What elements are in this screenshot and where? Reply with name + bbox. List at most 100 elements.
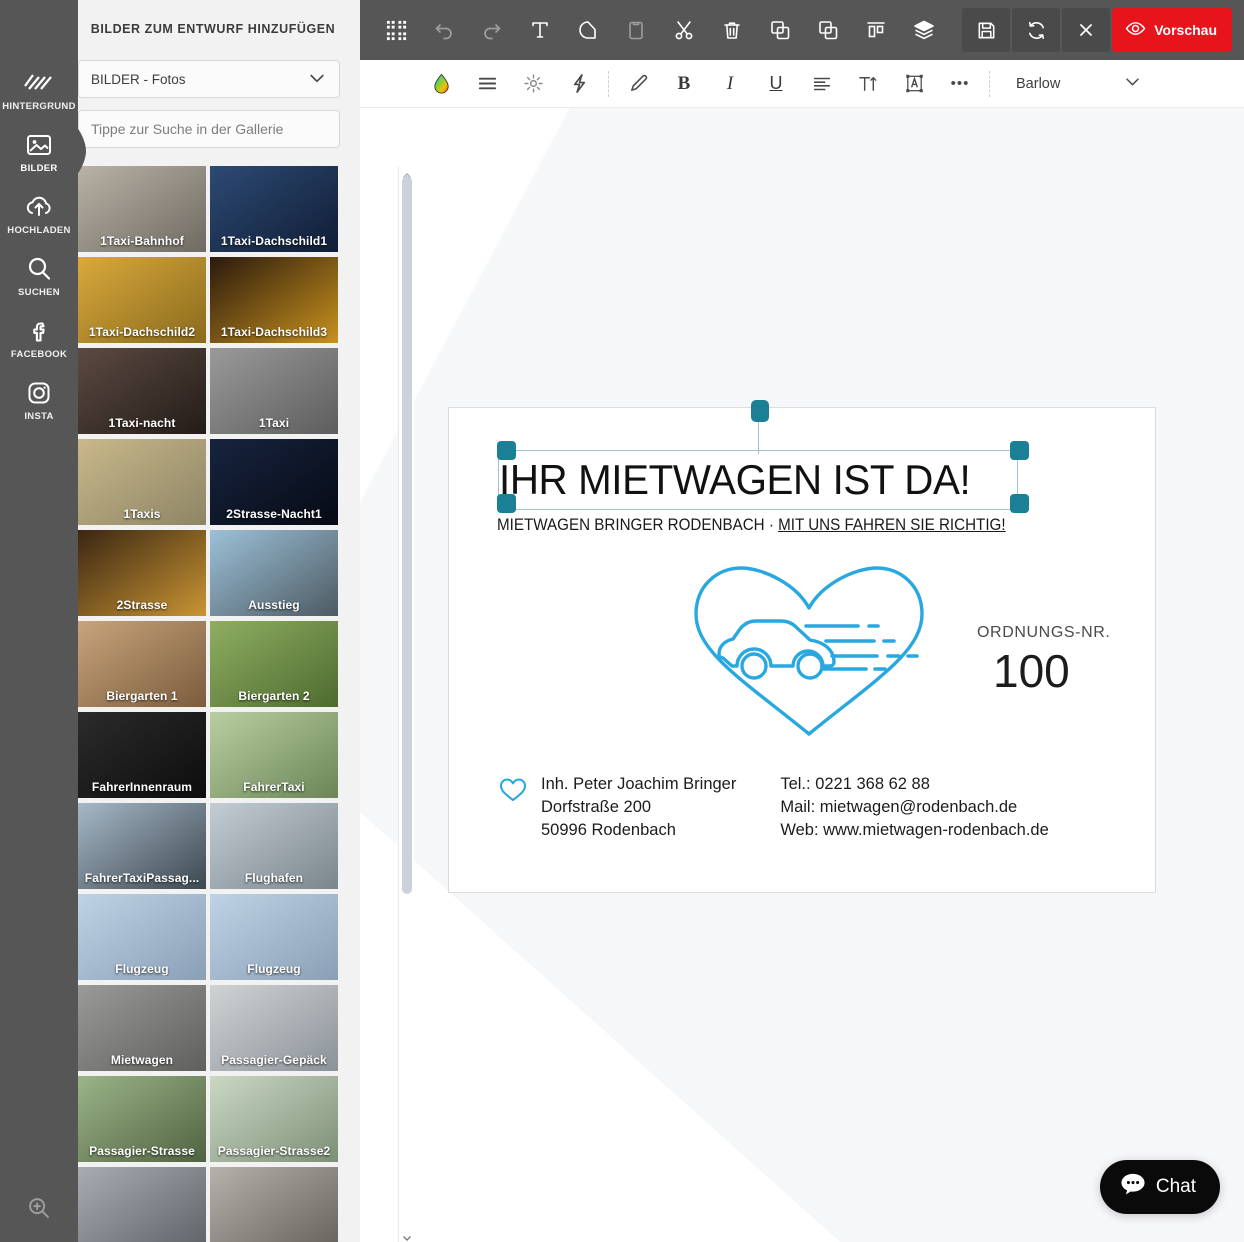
thumbnail-label: FahrerTaxiPassag... bbox=[84, 871, 200, 885]
gallery-thumbnail[interactable]: 2Strasse-Nacht1 bbox=[210, 439, 338, 525]
gallery-thumbnail[interactable] bbox=[78, 1167, 206, 1242]
redo-button[interactable] bbox=[468, 8, 516, 52]
gallery-thumbnail[interactable]: 2Strasse bbox=[78, 530, 206, 616]
gallery-thumbnail[interactable]: Flugzeug bbox=[210, 894, 338, 980]
resize-handle-top-left[interactable] bbox=[497, 441, 516, 460]
thumbnail-grid-scroll-area[interactable]: 1Taxi-Bahnhof 1Taxi-Dachschild1 1Taxi-Dach… bbox=[78, 166, 362, 1242]
edit-pen-button[interactable] bbox=[615, 64, 661, 104]
thumbnail-label: Passagier-Strasse2 bbox=[217, 1144, 331, 1158]
delete-button[interactable] bbox=[708, 8, 756, 52]
paste-button[interactable] bbox=[612, 8, 660, 52]
gallery-thumbnail[interactable]: Biergarten 2 bbox=[210, 621, 338, 707]
gallery-thumbnail[interactable]: Passagier-Strasse2 bbox=[210, 1076, 338, 1162]
resize-handle-bottom-right[interactable] bbox=[1010, 494, 1029, 513]
gallery-thumbnail[interactable]: 1Taxi bbox=[210, 348, 338, 434]
resize-handle-bottom-left[interactable] bbox=[497, 494, 516, 513]
thumbnail-label: Ausstieg bbox=[248, 598, 300, 612]
gallery-thumbnail[interactable]: 1Taxi-Bahnhof bbox=[78, 166, 206, 252]
main-toolbar: Vorschau bbox=[360, 0, 1244, 60]
design-headline[interactable]: IHR MIETWAGEN IST DA! bbox=[499, 456, 998, 504]
image-icon bbox=[23, 129, 55, 161]
design-card[interactable]: IHR MIETWAGEN IST DA! MIETWAGEN BRINGER … bbox=[448, 407, 1156, 893]
save-button[interactable] bbox=[962, 8, 1011, 52]
align-button[interactable] bbox=[852, 8, 900, 52]
add-text-button[interactable] bbox=[516, 8, 564, 52]
color-picker-button[interactable] bbox=[418, 64, 464, 104]
text-align-button[interactable] bbox=[799, 64, 845, 104]
chat-widget-button[interactable]: Chat bbox=[1099, 1160, 1220, 1214]
underline-button[interactable]: U bbox=[753, 64, 799, 104]
text-box-button[interactable] bbox=[891, 64, 937, 104]
chat-label: Chat bbox=[1155, 1176, 1196, 1197]
gallery-search-input[interactable] bbox=[78, 110, 340, 148]
close-button[interactable] bbox=[1062, 8, 1111, 52]
canvas-zoom-button[interactable] bbox=[0, 1193, 78, 1228]
gallery-thumbnail[interactable]: 1Taxi-nacht bbox=[78, 348, 206, 434]
font-family-select[interactable]: Barlow bbox=[1004, 64, 1154, 104]
rotate-handle[interactable] bbox=[751, 400, 769, 422]
gallery-thumbnail[interactable] bbox=[210, 1167, 338, 1242]
qr-code-icon bbox=[386, 20, 406, 40]
sidebar-item-insta[interactable]: INSTA bbox=[0, 368, 78, 430]
text-size-button[interactable] bbox=[845, 64, 891, 104]
copy-button[interactable] bbox=[804, 8, 852, 52]
scrollbar-thumb[interactable] bbox=[402, 176, 412, 894]
gallery-thumbnail[interactable]: Passagier-Gepäck bbox=[210, 985, 338, 1071]
effects-button[interactable] bbox=[556, 64, 602, 104]
gallery-thumbnail[interactable]: 1Taxi-Dachschild2 bbox=[78, 257, 206, 343]
gallery-thumbnail[interactable]: Flughafen bbox=[210, 803, 338, 889]
gallery-thumbnail[interactable]: Mietwagen bbox=[78, 985, 206, 1071]
preview-button[interactable]: Vorschau bbox=[1112, 8, 1232, 52]
thumbnail-label: 1Taxi-nacht bbox=[108, 416, 176, 430]
gallery-thumbnail[interactable]: FahrerTaxi bbox=[210, 712, 338, 798]
gallery-thumbnail[interactable]: FahrerTaxiPassag... bbox=[78, 803, 206, 889]
sidebar-item-hintergrund[interactable]: HINTERGRUND bbox=[0, 58, 78, 120]
thumbnail-label: Mietwagen bbox=[110, 1053, 174, 1067]
gallery-category-select[interactable]: BILDER - Fotos bbox=[78, 60, 340, 98]
heart-car-logo[interactable] bbox=[684, 556, 934, 741]
resize-handle-top-right[interactable] bbox=[1010, 441, 1029, 460]
gallery-scrollbar[interactable] bbox=[398, 166, 414, 1242]
design-subline[interactable]: MIETWAGEN BRINGER RODENBACH · MIT UNS FA… bbox=[497, 516, 1006, 535]
gallery-thumbnail[interactable]: 1Taxis bbox=[78, 439, 206, 525]
font-family-value: Barlow bbox=[1016, 75, 1061, 92]
gallery-thumbnail[interactable]: Flugzeug bbox=[78, 894, 206, 980]
bold-button[interactable]: B bbox=[661, 64, 707, 104]
brightness-button[interactable] bbox=[510, 64, 556, 104]
sidebar-item-facebook[interactable]: FACEBOOK bbox=[0, 306, 78, 368]
gallery-thumbnail[interactable]: FahrerInnenraum bbox=[78, 712, 206, 798]
chat-bubble-icon bbox=[1120, 1172, 1146, 1202]
scroll-down-arrow[interactable] bbox=[402, 1230, 412, 1241]
image-gallery-panel: BILDER ZUM ENTWURF HINZUFÜGEN BILDER - F… bbox=[60, 0, 414, 1242]
toolbar-divider bbox=[608, 70, 609, 97]
more-options-button[interactable]: ••• bbox=[937, 64, 983, 104]
layers-button[interactable] bbox=[900, 8, 948, 52]
gallery-thumbnail[interactable]: Ausstieg bbox=[210, 530, 338, 616]
magnifier-icon bbox=[23, 253, 55, 285]
undo-button[interactable] bbox=[420, 8, 468, 52]
gallery-thumbnail[interactable]: Passagier-Strasse bbox=[78, 1076, 206, 1162]
reset-button[interactable] bbox=[1012, 8, 1061, 52]
sidebar-label-hintergrund: HINTERGRUND bbox=[2, 100, 76, 112]
cut-button[interactable] bbox=[660, 8, 708, 52]
gallery-thumbnail[interactable]: Biergarten 1 bbox=[78, 621, 206, 707]
italic-button[interactable]: I bbox=[707, 64, 753, 104]
add-shape-button[interactable] bbox=[564, 8, 612, 52]
thumbnail-label: 1Taxi-Dachschild2 bbox=[88, 325, 196, 339]
sidebar-label-facebook: FACEBOOK bbox=[10, 348, 68, 360]
contact-block: Inh. Peter Joachim Bringer Dorfstraße 20… bbox=[499, 773, 1049, 842]
sidebar-item-suchen[interactable]: SUCHEN bbox=[0, 244, 78, 306]
thumbnail-grid: 1Taxi-Bahnhof 1Taxi-Dachschild1 1Taxi-Dach… bbox=[78, 166, 342, 1242]
sidebar-item-bilder[interactable]: BILDER bbox=[0, 120, 78, 182]
sidebar-item-hochladen[interactable]: HOCHLADEN bbox=[0, 182, 78, 244]
text-size-icon bbox=[858, 76, 876, 91]
duplicate-button[interactable] bbox=[756, 8, 804, 52]
design-canvas[interactable]: IHR MIETWAGEN IST DA! MIETWAGEN BRINGER … bbox=[360, 108, 1244, 1242]
gallery-thumbnail[interactable]: 1Taxi-Dachschild3 bbox=[210, 257, 338, 343]
line-spacing-button[interactable] bbox=[464, 64, 510, 104]
facebook-icon bbox=[23, 315, 55, 347]
thumbnail-label: 1Taxis bbox=[123, 507, 161, 521]
qr-code-button[interactable] bbox=[372, 8, 420, 52]
panel-title: BILDER ZUM ENTWURF HINZUFÜGEN bbox=[90, 22, 336, 36]
gallery-thumbnail[interactable]: 1Taxi-Dachschild1 bbox=[210, 166, 338, 252]
